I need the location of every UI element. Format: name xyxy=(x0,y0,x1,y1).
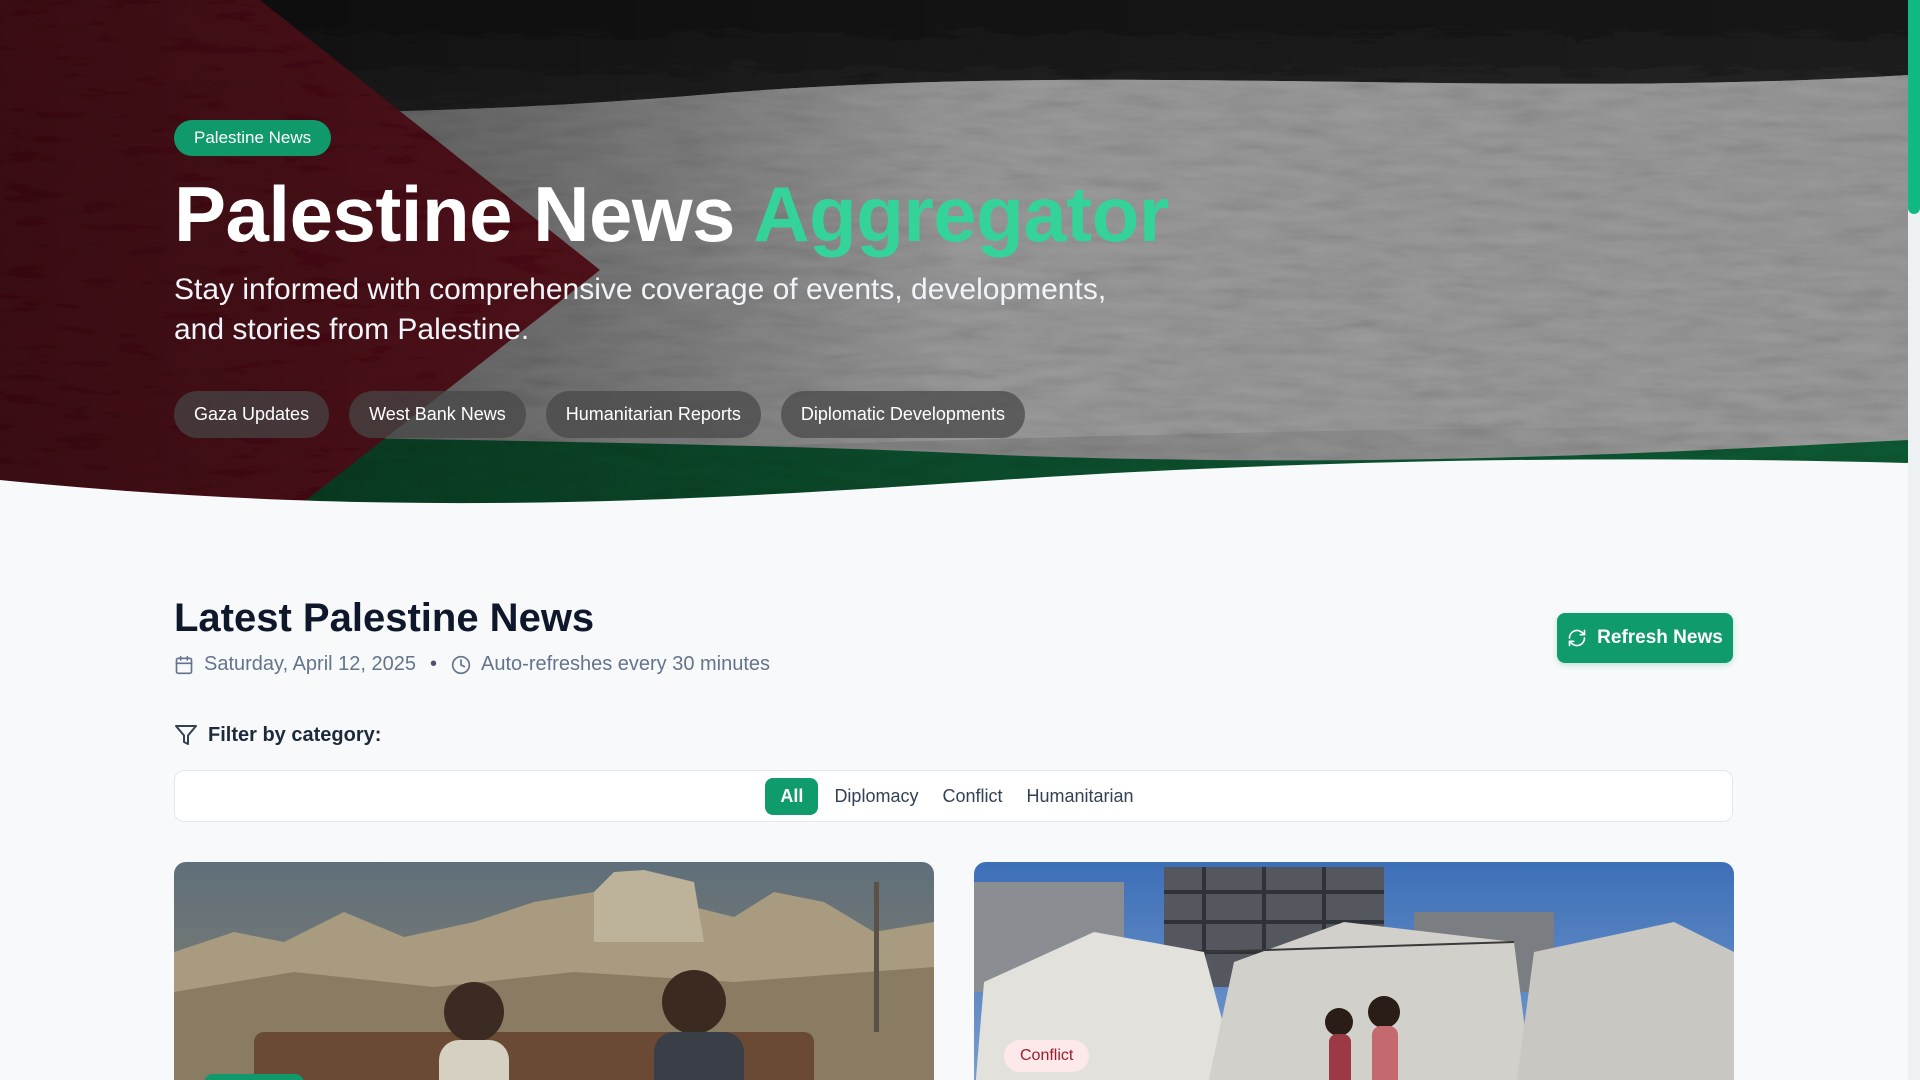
news-card[interactable] xyxy=(174,862,934,1080)
hero-badge: Palestine News xyxy=(174,120,332,156)
section-title: Latest Palestine News xyxy=(174,596,595,640)
filter-label-text: Filter by category: xyxy=(208,723,382,746)
hero-title-accent: Aggregator xyxy=(753,170,1169,258)
filter-icon xyxy=(175,725,197,745)
hero-content: Palestine News Palestine News Aggregator… xyxy=(174,120,1174,438)
filter-chip-diplomacy[interactable]: Diplomacy xyxy=(826,778,926,815)
news-card-image xyxy=(974,862,1734,1080)
category-filter-bar: All Diplomacy Conflict Humanitarian xyxy=(174,770,1733,822)
page-scrollbar[interactable] xyxy=(1908,0,1920,1080)
scrollbar-thumb[interactable] xyxy=(1908,0,1920,214)
refresh-icon xyxy=(1568,629,1586,647)
auto-refresh-note: Auto-refreshes every 30 minutes xyxy=(481,653,771,675)
current-date: Saturday, April 12, 2025 xyxy=(204,653,416,675)
hero-tag-list: Gaza Updates West Bank News Humanitarian… xyxy=(174,390,1174,438)
calendar-icon xyxy=(175,655,193,674)
hero-tag-humanitarian-reports[interactable]: Humanitarian Reports xyxy=(545,390,761,438)
hero-subtitle: Stay informed with comprehensive coverag… xyxy=(174,272,1107,347)
filter-label: Filter by category: xyxy=(174,723,381,747)
clock-icon xyxy=(451,655,471,674)
meta-separator: • xyxy=(430,653,438,675)
hero-tag-west-bank-news[interactable]: West Bank News xyxy=(349,390,526,438)
filter-chip-conflict[interactable]: Conflict xyxy=(934,778,1010,815)
filter-chip-humanitarian[interactable]: Humanitarian xyxy=(1019,778,1142,815)
filter-chip-all[interactable]: All xyxy=(765,777,819,815)
hero-title-main: Palestine News xyxy=(174,170,754,258)
hero-tag-gaza-updates[interactable]: Gaza Updates xyxy=(174,390,330,438)
hero-tag-diplomatic-developments[interactable]: Diplomatic Developments xyxy=(780,390,1025,438)
news-card-image xyxy=(174,862,934,1080)
category-badge xyxy=(204,1074,304,1080)
refresh-news-button[interactable]: Refresh News xyxy=(1557,613,1733,663)
refresh-news-label: Refresh News xyxy=(1597,627,1723,648)
hero-banner: Palestine News Palestine News Aggregator… xyxy=(0,0,1908,505)
news-meta-line: Saturday, April 12, 2025 • Auto-refreshe… xyxy=(174,653,770,676)
category-badge: Conflict xyxy=(1004,1040,1090,1072)
news-card[interactable]: Conflict xyxy=(974,862,1734,1080)
hero-title: Palestine News Aggregator xyxy=(174,173,1174,256)
